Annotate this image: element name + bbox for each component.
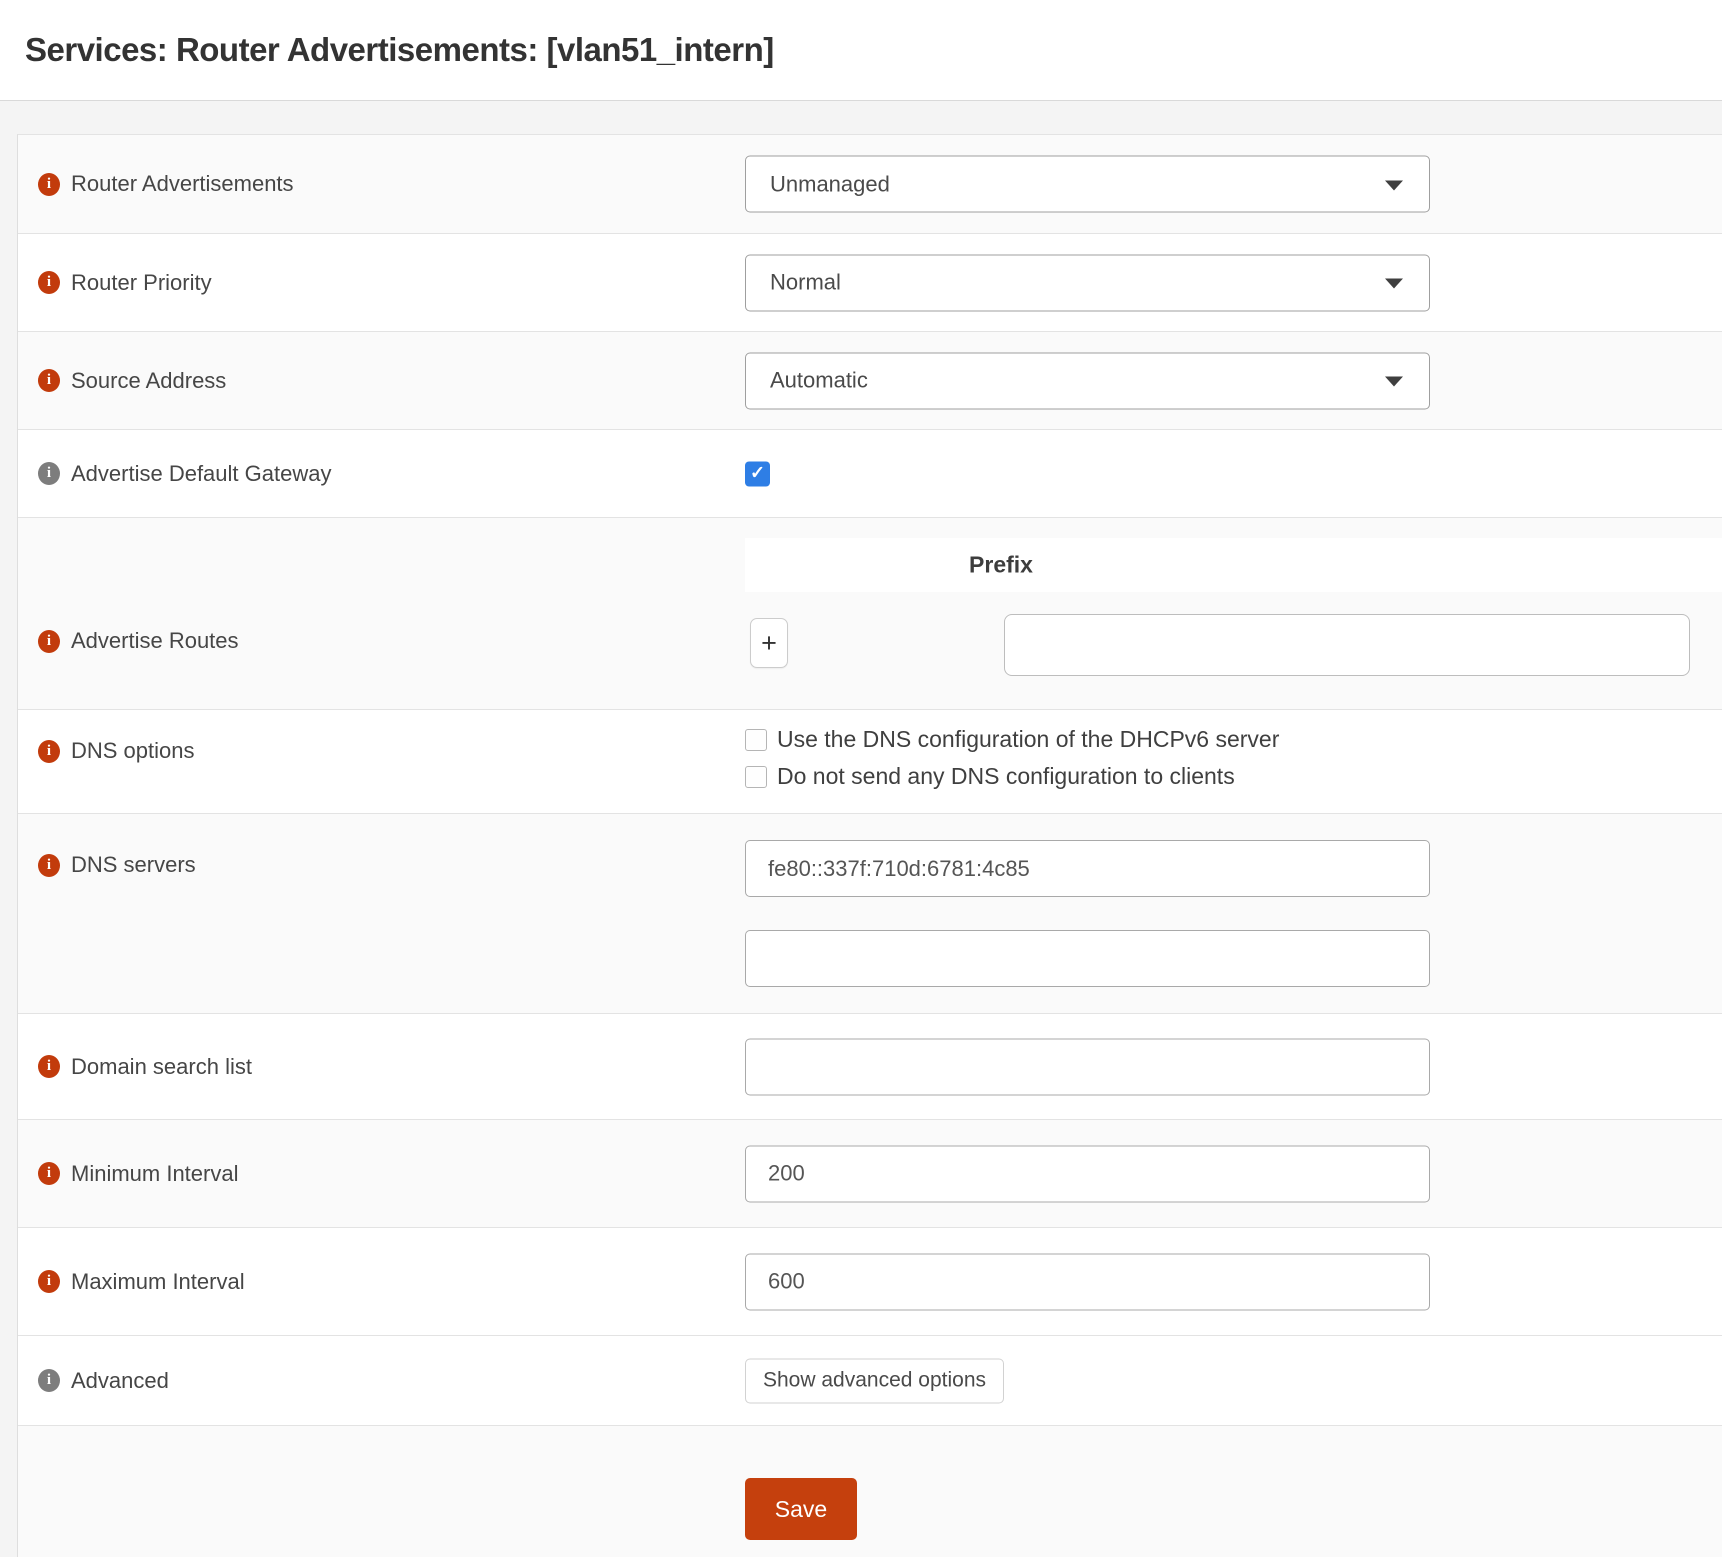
row-label: i Advertise Routes	[38, 628, 239, 654]
info-icon[interactable]: i	[38, 1369, 60, 1392]
form-row-router-priority: i Router Priority Normal	[18, 233, 1722, 331]
router-advertisements-select[interactable]: Unmanaged	[745, 156, 1430, 213]
caret-down-icon	[1385, 377, 1403, 387]
minimum-interval-input[interactable]	[745, 1145, 1430, 1202]
advertise-routes-label: Advertise Routes	[71, 628, 239, 654]
form-row-domain-search-list: i Domain search list	[18, 1013, 1722, 1119]
row-label: i DNS servers	[38, 852, 196, 878]
advertise-default-gateway-checkbox[interactable]	[745, 461, 770, 486]
settings-form: i Router Advertisements Unmanaged i Rout…	[17, 134, 1722, 1557]
show-advanced-options-button[interactable]: Show advanced options	[745, 1358, 1004, 1403]
row-label: i Source Address	[38, 368, 226, 394]
router-priority-select[interactable]: Normal	[745, 254, 1430, 311]
minimum-interval-label: Minimum Interval	[71, 1161, 238, 1187]
row-label: i Router Priority	[38, 270, 212, 296]
dns-options-label: DNS options	[71, 738, 195, 764]
form-row-advanced: i Advanced Show advanced options	[18, 1335, 1722, 1425]
row-label: i Domain search list	[38, 1054, 252, 1080]
page-header: Services: Router Advertisements: [vlan51…	[0, 0, 1722, 101]
routes-table-header: Prefix	[745, 538, 1722, 592]
form-row-advertise-default-gateway: i Advertise Default Gateway	[18, 429, 1722, 517]
router-priority-label: Router Priority	[71, 270, 212, 296]
info-icon[interactable]: i	[38, 740, 60, 763]
info-icon[interactable]: i	[38, 173, 60, 196]
row-label: i Advanced	[38, 1368, 169, 1394]
form-row-source-address: i Source Address Automatic	[18, 331, 1722, 429]
row-label: i DNS options	[38, 738, 195, 764]
domain-search-list-input[interactable]	[745, 1038, 1430, 1095]
row-label: i Maximum Interval	[38, 1269, 245, 1295]
page-title: Services: Router Advertisements: [vlan51…	[25, 31, 774, 69]
row-label: i Advertise Default Gateway	[38, 461, 331, 487]
info-icon[interactable]: i	[38, 369, 60, 392]
source-address-selected-value: Automatic	[770, 368, 868, 394]
advertise-default-gateway-label: Advertise Default Gateway	[71, 461, 331, 487]
caret-down-icon	[1385, 180, 1403, 190]
dns-servers-label: DNS servers	[71, 852, 196, 878]
caret-down-icon	[1385, 279, 1403, 289]
no-dns-config-label: Do not send any DNS configuration to cli…	[777, 763, 1235, 790]
info-icon[interactable]: i	[38, 854, 60, 877]
row-label: i Minimum Interval	[38, 1161, 238, 1187]
source-address-select[interactable]: Automatic	[745, 352, 1430, 409]
info-icon[interactable]: i	[38, 462, 60, 485]
info-icon[interactable]: i	[38, 1055, 60, 1078]
form-row-dns-options: i DNS options Use the DNS configuration …	[18, 709, 1722, 813]
source-address-label: Source Address	[71, 368, 226, 394]
router-advertisements-label: Router Advertisements	[71, 171, 294, 197]
no-dns-config-checkbox[interactable]	[745, 766, 767, 788]
dns-option-row: Use the DNS configuration of the DHCPv6 …	[745, 726, 1279, 753]
dns-server-2-input[interactable]	[745, 930, 1430, 987]
prefix-column-header: Prefix	[969, 552, 1033, 579]
route-prefix-input[interactable]	[1004, 614, 1690, 676]
dns-option-row: Do not send any DNS configuration to cli…	[745, 763, 1235, 790]
form-row-router-advertisements: i Router Advertisements Unmanaged	[18, 135, 1722, 233]
router-priority-selected-value: Normal	[770, 270, 841, 296]
save-button[interactable]: Save	[745, 1478, 857, 1540]
router-advertisements-selected-value: Unmanaged	[770, 171, 890, 197]
info-icon[interactable]: i	[38, 1162, 60, 1185]
use-dhcpv6-dns-checkbox[interactable]	[745, 729, 767, 751]
form-row-dns-servers: i DNS servers	[18, 813, 1722, 1013]
maximum-interval-input[interactable]	[745, 1253, 1430, 1310]
form-row-advertise-routes: i Advertise Routes Prefix +	[18, 517, 1722, 709]
form-row-save: Save	[18, 1425, 1722, 1557]
form-row-minimum-interval: i Minimum Interval	[18, 1119, 1722, 1227]
maximum-interval-label: Maximum Interval	[71, 1269, 245, 1295]
form-row-maximum-interval: i Maximum Interval	[18, 1227, 1722, 1335]
use-dhcpv6-dns-label: Use the DNS configuration of the DHCPv6 …	[777, 726, 1279, 753]
dns-server-1-input[interactable]	[745, 840, 1430, 897]
advanced-label: Advanced	[71, 1368, 169, 1394]
row-label: i Router Advertisements	[38, 171, 294, 197]
info-icon[interactable]: i	[38, 630, 60, 653]
info-icon[interactable]: i	[38, 1270, 60, 1293]
info-icon[interactable]: i	[38, 271, 60, 294]
domain-search-list-label: Domain search list	[71, 1054, 252, 1080]
add-route-button[interactable]: +	[750, 618, 788, 668]
